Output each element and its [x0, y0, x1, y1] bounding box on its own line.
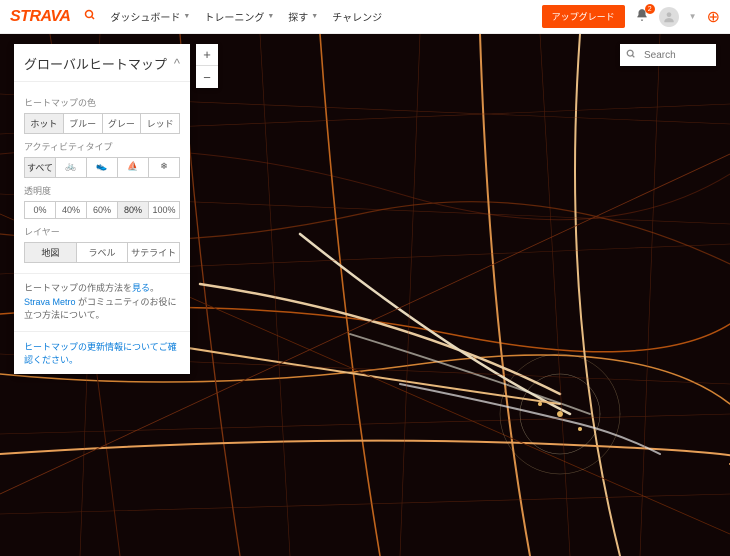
zoom-control: + − [196, 44, 218, 88]
opacity-0[interactable]: 0% [24, 201, 56, 219]
collapse-toggle[interactable]: ^ [174, 56, 180, 71]
chevron-down-icon: ▼ [183, 13, 190, 20]
panel-footer-info: ヒートマップの作成方法を見る。 Strava Metro がコミュニティのお役に… [14, 273, 190, 331]
color-blue[interactable]: ブルー [63, 113, 103, 134]
add-button[interactable]: ⊕ [707, 7, 720, 27]
nav-training[interactable]: トレーニング▼ [204, 9, 274, 24]
upgrade-button[interactable]: アップグレード [542, 5, 625, 28]
notif-badge: 2 [645, 4, 655, 14]
nav-challenge[interactable]: チャレンジ [332, 9, 382, 24]
layer-section-label: レイヤー [24, 225, 180, 238]
layer-satellite[interactable]: サテライト [127, 242, 180, 263]
layer-options: 地図 ラベル サテライト [24, 242, 180, 263]
opacity-100[interactable]: 100% [148, 201, 180, 219]
opacity-40[interactable]: 40% [55, 201, 87, 219]
run-icon[interactable]: 👟 [86, 157, 118, 178]
update-info-link[interactable]: ヒートマップの更新情報についてご確認ください。 [24, 342, 177, 365]
nav-training-label: トレーニング [204, 9, 264, 24]
howto-link[interactable]: 見る [132, 283, 150, 293]
top-right-controls: アップグレード 2 ▼ ⊕ [542, 5, 720, 28]
winter-icon[interactable]: ❄ [148, 157, 180, 178]
nav-challenge-label: チャレンジ [332, 9, 382, 24]
bike-icon[interactable]: 🚲 [55, 157, 87, 178]
chevron-down-icon: ▼ [267, 13, 274, 20]
activity-options: すべて 🚲 👟 ⛵ ❄ [24, 157, 180, 178]
panel-footer-update: ヒートマップの更新情報についてご確認ください。 [14, 331, 190, 374]
search-icon [626, 46, 640, 64]
activity-all[interactable]: すべて [24, 157, 56, 178]
color-hot[interactable]: ホット [24, 113, 64, 134]
panel-title: グローバルヒートマップ [24, 54, 167, 73]
panel-header: グローバルヒートマップ ^ [14, 44, 190, 82]
panel-body: ヒートマップの色 ホット ブルー グレー レッド アクティビティタイプ すべて … [14, 82, 190, 273]
zoom-out-button[interactable]: − [196, 66, 218, 88]
color-gray[interactable]: グレー [102, 113, 142, 134]
zoom-in-button[interactable]: + [196, 44, 218, 66]
opacity-options: 0% 40% 60% 80% 100% [24, 201, 180, 219]
layer-label[interactable]: ラベル [76, 242, 129, 263]
color-section-label: ヒートマップの色 [24, 96, 180, 109]
notifications-button[interactable]: 2 [635, 8, 649, 25]
nav-explore-label: 探す [288, 9, 308, 24]
heatmap-panel: グローバルヒートマップ ^ ヒートマップの色 ホット ブルー グレー レッド ア… [14, 44, 190, 374]
chevron-down-icon[interactable]: ▼ [689, 12, 697, 21]
footer-text: ヒートマップの作成方法を [24, 283, 132, 293]
water-icon[interactable]: ⛵ [117, 157, 149, 178]
map-search[interactable] [620, 44, 716, 66]
main-nav: ダッシュボード▼ トレーニング▼ 探す▼ チャレンジ [110, 9, 382, 24]
opacity-section-label: 透明度 [24, 184, 180, 197]
opacity-80[interactable]: 80% [117, 201, 149, 219]
chevron-down-icon: ▼ [311, 13, 318, 20]
nav-dashboard[interactable]: ダッシュボード▼ [110, 9, 190, 24]
footer-text: 。 [150, 283, 159, 293]
opacity-60[interactable]: 60% [86, 201, 118, 219]
nav-explore[interactable]: 探す▼ [288, 9, 318, 24]
top-navbar: STRAVA ダッシュボード▼ トレーニング▼ 探す▼ チャレンジ アップグレー… [0, 0, 730, 34]
brand-logo[interactable]: STRAVA [10, 8, 70, 26]
search-icon[interactable] [84, 9, 96, 24]
color-red[interactable]: レッド [140, 113, 180, 134]
color-options: ホット ブルー グレー レッド [24, 113, 180, 134]
nav-dashboard-label: ダッシュボード [110, 9, 180, 24]
layer-map[interactable]: 地図 [24, 242, 77, 263]
avatar[interactable] [659, 7, 679, 27]
metro-link[interactable]: Strava Metro [24, 297, 76, 307]
map-search-input[interactable] [644, 50, 710, 61]
activity-section-label: アクティビティタイプ [24, 140, 180, 153]
